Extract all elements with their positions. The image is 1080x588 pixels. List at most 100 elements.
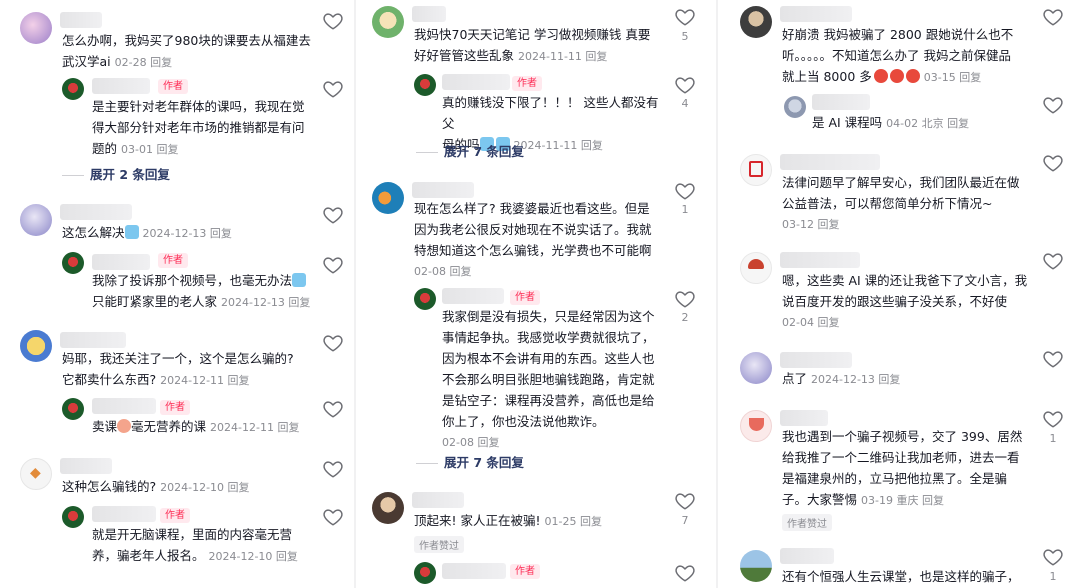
username-blurred[interactable]	[780, 154, 880, 170]
comment-meta: 2024-12-13 回复	[811, 373, 901, 386]
author-avatar[interactable]	[62, 398, 84, 420]
username-blurred[interactable]	[92, 254, 150, 270]
mushroom-icon	[748, 259, 764, 269]
user-avatar[interactable]	[740, 154, 772, 186]
like-heart-icon[interactable]	[1042, 408, 1064, 430]
like-heart-icon[interactable]	[674, 490, 696, 512]
username-blurred[interactable]	[412, 492, 464, 508]
author-avatar[interactable]	[62, 252, 84, 274]
emoji-icon	[124, 225, 139, 239]
like-heart-icon[interactable]	[1042, 152, 1064, 174]
comment-text: 怎么办啊，我妈买了980块的课要去从福建去武汉学ai 02-28 回复	[62, 33, 311, 69]
like-heart-icon[interactable]	[1042, 94, 1064, 116]
comment-text: 我也遇到一个骗子视频号，交了 399、居然 给我推了一个二维码让我加老师，进去一…	[782, 429, 1023, 507]
author-avatar[interactable]	[414, 288, 436, 310]
like-heart-icon[interactable]	[322, 204, 344, 226]
like-count: 7	[681, 514, 689, 527]
expand-replies-link[interactable]: 展开 7 条回复	[416, 141, 524, 160]
username-blurred[interactable]	[780, 548, 834, 564]
like-heart-icon[interactable]	[322, 78, 344, 100]
comment-text: 好崩溃 我妈被骗了 2800 跟她说什么也不 听。。。。。不知道怎么办了 我妈之…	[782, 27, 1014, 84]
user-avatar[interactable]	[740, 6, 772, 38]
user-avatar[interactable]	[740, 550, 772, 582]
user-avatar[interactable]	[740, 410, 772, 442]
reply-text: 就是开无脑课程，里面的内容毫无营 养，骗老年人报名。 2024-12-10 回复	[92, 527, 298, 563]
like-heart-icon[interactable]	[322, 254, 344, 276]
username-blurred[interactable]	[92, 398, 156, 414]
user-avatar[interactable]	[740, 252, 772, 284]
like-heart-icon[interactable]	[1042, 250, 1064, 272]
like-heart-icon[interactable]	[322, 10, 344, 32]
username-blurred[interactable]	[60, 204, 132, 220]
comment-meta: 2024-12-13 回复	[221, 296, 311, 309]
username-blurred[interactable]	[92, 78, 150, 94]
like-heart-icon[interactable]	[322, 458, 344, 480]
username-blurred[interactable]	[60, 458, 112, 474]
username-blurred[interactable]	[780, 352, 852, 368]
comment-meta: 03-12 回复	[782, 218, 840, 231]
user-avatar[interactable]	[372, 182, 404, 214]
like-heart-icon[interactable]	[674, 6, 696, 28]
username-blurred[interactable]	[442, 74, 510, 90]
user-avatar[interactable]: ◆	[20, 458, 52, 490]
author-badge: 作者	[510, 564, 540, 579]
user-avatar[interactable]	[740, 352, 772, 384]
like-heart-icon[interactable]	[674, 288, 696, 310]
like-heart-icon[interactable]	[674, 74, 696, 96]
emoji-icon	[292, 273, 307, 287]
comment-column-3: 好崩溃 我妈被骗了 2800 跟她说什么也不 听。。。。。不知道怎么办了 我妈之…	[722, 0, 1080, 588]
comment-meta: 01-25 回复	[544, 515, 602, 528]
like-heart-icon[interactable]	[1042, 546, 1064, 568]
comment-meta: 2024-12-10 回复	[160, 481, 250, 494]
emoji-icon	[889, 69, 904, 83]
like-heart-icon[interactable]	[674, 180, 696, 202]
user-avatar[interactable]	[20, 12, 52, 44]
comment-text: 我妈快70天天记笔记 学习做视频赚钱 真要 好好管管这些乱象 2024-11-1…	[414, 27, 651, 63]
user-avatar[interactable]	[784, 96, 806, 118]
comment-meta: 02-08 回复	[414, 265, 472, 278]
username-blurred[interactable]	[780, 6, 852, 22]
author-avatar[interactable]	[414, 74, 436, 96]
username-blurred[interactable]	[92, 506, 156, 522]
user-avatar[interactable]	[20, 330, 52, 362]
author-liked-tag: 作者赞过	[414, 536, 464, 553]
username-blurred[interactable]	[442, 288, 504, 304]
comment-column-1: 怎么办啊，我妈买了980块的课要去从福建去武汉学ai 02-28 回复 作者 是…	[0, 0, 352, 588]
username-blurred[interactable]	[412, 182, 474, 198]
expand-replies-link[interactable]: 展开 7 条回复	[416, 452, 524, 471]
like-heart-icon[interactable]	[1042, 6, 1064, 28]
username-blurred[interactable]	[780, 252, 860, 268]
username-blurred[interactable]	[412, 6, 446, 22]
comment-meta: 2024-11-11 回复	[513, 139, 603, 152]
like-count: 1	[1049, 432, 1057, 445]
comment-meta: 2024-12-10 回复	[208, 550, 298, 563]
username-blurred[interactable]	[780, 410, 828, 426]
comment-meta: 02-28 回复	[114, 56, 173, 69]
username-blurred[interactable]	[60, 332, 126, 348]
expand-replies-link[interactable]: 展开 2 条回复	[62, 164, 170, 183]
username-blurred[interactable]	[442, 563, 506, 579]
like-heart-icon[interactable]	[1042, 348, 1064, 370]
username-blurred[interactable]	[812, 94, 870, 110]
author-badge: 作者	[512, 76, 542, 91]
comment-text: 法律问题早了解早安心，我们团队最近在做 公益普法，可以帮您简单分析下情况~ 03…	[782, 172, 1038, 235]
author-avatar[interactable]	[62, 506, 84, 528]
reply-text: 卖课 毫无营养的课 2024-12-11 回复	[92, 419, 300, 434]
author-avatar[interactable]	[414, 562, 436, 584]
like-heart-icon[interactable]	[322, 398, 344, 420]
username-blurred[interactable]	[60, 12, 102, 28]
user-avatar[interactable]	[20, 204, 52, 236]
user-avatar[interactable]	[372, 492, 404, 524]
user-avatar[interactable]	[372, 6, 404, 38]
comment-text: 这怎么解决 2024-12-13 回复	[62, 225, 232, 240]
comment-text: 现在怎么样了? 我婆婆最近也看这些。但是 因为我老公很反对她现在不说实话了。我就…	[414, 198, 664, 282]
author-liked-tag: 作者赞过	[782, 514, 832, 531]
author-avatar[interactable]	[62, 78, 84, 100]
like-heart-icon[interactable]	[322, 506, 344, 528]
author-badge: 作者	[160, 508, 190, 523]
like-heart-icon[interactable]	[674, 562, 696, 584]
like-heart-icon[interactable]	[322, 332, 344, 354]
emoji-icon	[873, 69, 888, 83]
like-count: 1	[681, 203, 689, 216]
comment-meta: 03-01 回复	[121, 143, 179, 156]
